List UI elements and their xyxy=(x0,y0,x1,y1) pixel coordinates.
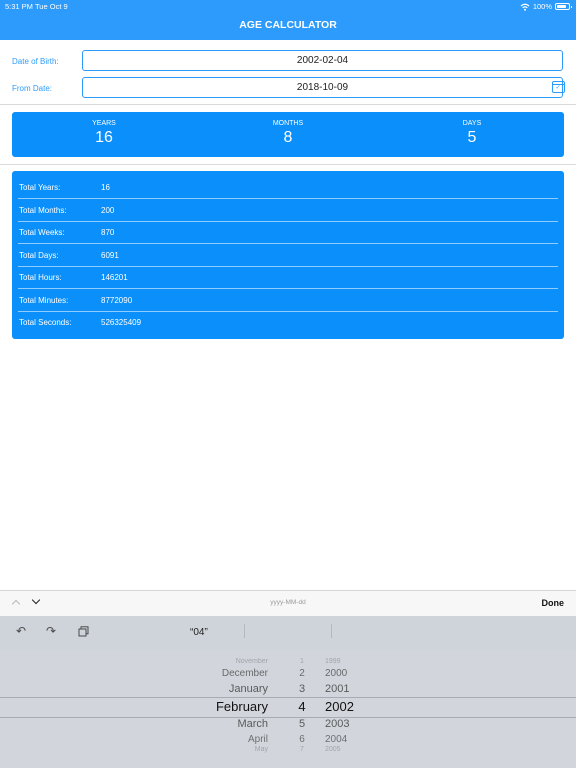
battery-icon xyxy=(555,3,572,10)
format-hint: yyyy-MM-dd xyxy=(270,599,306,606)
age-summary-card: YEARS 16 MONTHS 8 DAYS 5 xyxy=(12,112,564,157)
picker-month-selected[interactable]: February xyxy=(216,699,268,714)
picker-year[interactable]: 1999 xyxy=(325,658,341,665)
total-value: 870 xyxy=(101,228,115,237)
undo-icon[interactable]: ↶ xyxy=(16,624,26,638)
picker-month[interactable]: May xyxy=(255,746,268,753)
days-summary: DAYS 5 xyxy=(380,112,564,148)
months-value: 8 xyxy=(283,129,293,146)
years-summary: YEARS 16 xyxy=(12,112,196,148)
days-value: 5 xyxy=(467,129,477,146)
status-time: 5:31 PM xyxy=(5,2,33,11)
divider xyxy=(0,104,576,105)
picker-selection-line xyxy=(0,717,576,718)
picker-day[interactable]: 6 xyxy=(296,734,308,745)
suggestion-divider xyxy=(244,624,245,638)
divider xyxy=(0,164,576,165)
dob-field[interactable]: 2002-02-04 xyxy=(82,50,563,71)
total-label: Total Days: xyxy=(19,250,59,260)
total-label: Total Minutes: xyxy=(19,295,69,305)
months-label: MONTHS xyxy=(272,120,304,127)
total-label: Total Hours: xyxy=(19,273,62,282)
picker-month[interactable]: January xyxy=(229,683,268,695)
suggestion-divider xyxy=(331,624,332,638)
months-summary: MONTHS 8 xyxy=(196,112,380,148)
picker-year[interactable]: 2001 xyxy=(325,683,349,695)
table-row: Total Seconds: 526325409 xyxy=(18,312,558,334)
picker-year[interactable]: 2004 xyxy=(325,734,347,745)
total-label: Total Years: xyxy=(19,183,61,192)
picker-day[interactable]: 5 xyxy=(296,718,308,730)
total-value: 16 xyxy=(101,183,110,192)
done-button[interactable]: Done xyxy=(542,598,565,608)
status-right: 100% xyxy=(520,2,572,11)
battery-percent: 100% xyxy=(532,2,552,11)
total-value: 200 xyxy=(101,205,115,215)
calendar-check-icon[interactable]: ✓ xyxy=(552,81,565,93)
page-title: AGE CALCULATOR xyxy=(239,19,337,31)
total-label: Total Months: xyxy=(19,205,67,215)
years-label: YEARS xyxy=(92,120,116,127)
picker-year[interactable]: 2003 xyxy=(325,718,349,730)
total-value: 146201 xyxy=(101,273,128,282)
days-label: DAYS xyxy=(462,120,482,127)
picker-month[interactable]: December xyxy=(222,668,268,679)
picker-year[interactable]: 2005 xyxy=(325,746,341,753)
paste-icon[interactable] xyxy=(78,626,89,637)
picker-year-selected[interactable]: 2002 xyxy=(325,699,354,714)
table-row: Total Weeks: 870 xyxy=(18,222,558,244)
from-date-label: From Date: xyxy=(12,84,53,93)
dob-label: Date of Birth: xyxy=(12,57,59,66)
total-label: Total Weeks: xyxy=(19,228,65,237)
years-value: 16 xyxy=(95,129,113,146)
date-picker[interactable]: November 1 1999 December 2 2000 January … xyxy=(0,650,576,768)
table-row: Total Days: 6091 xyxy=(18,245,558,267)
status-date: Tue Oct 9 xyxy=(35,2,68,11)
total-value: 8772090 xyxy=(101,295,133,305)
picker-selection-line xyxy=(0,697,576,698)
picker-month[interactable]: March xyxy=(237,718,268,730)
picker-day[interactable]: 7 xyxy=(296,746,308,753)
table-row: Total Months: 200 xyxy=(18,200,558,222)
total-label: Total Seconds: xyxy=(19,318,72,327)
from-date-field[interactable]: 2018-10-09 xyxy=(82,77,563,98)
redo-icon[interactable]: ↷ xyxy=(46,624,56,638)
table-row: Total Minutes: 8772090 xyxy=(18,290,558,312)
table-row: Total Hours: 146201 xyxy=(18,267,558,289)
wifi-icon xyxy=(520,3,530,11)
picker-year[interactable]: 2000 xyxy=(325,668,347,679)
total-value: 6091 xyxy=(101,250,119,260)
suggestion-item[interactable]: “04” xyxy=(190,627,208,638)
table-row: Total Years: 16 xyxy=(18,177,558,199)
picker-day[interactable]: 3 xyxy=(296,683,308,695)
total-value: 526325409 xyxy=(101,318,142,327)
picker-month[interactable]: April xyxy=(248,734,268,745)
picker-month[interactable]: November xyxy=(236,658,268,665)
picker-day[interactable]: 1 xyxy=(296,658,308,665)
picker-day-selected[interactable]: 4 xyxy=(296,699,308,714)
picker-day[interactable]: 2 xyxy=(296,668,308,679)
totals-card: Total Years: 16 Total Months: 200 Total … xyxy=(12,171,564,339)
